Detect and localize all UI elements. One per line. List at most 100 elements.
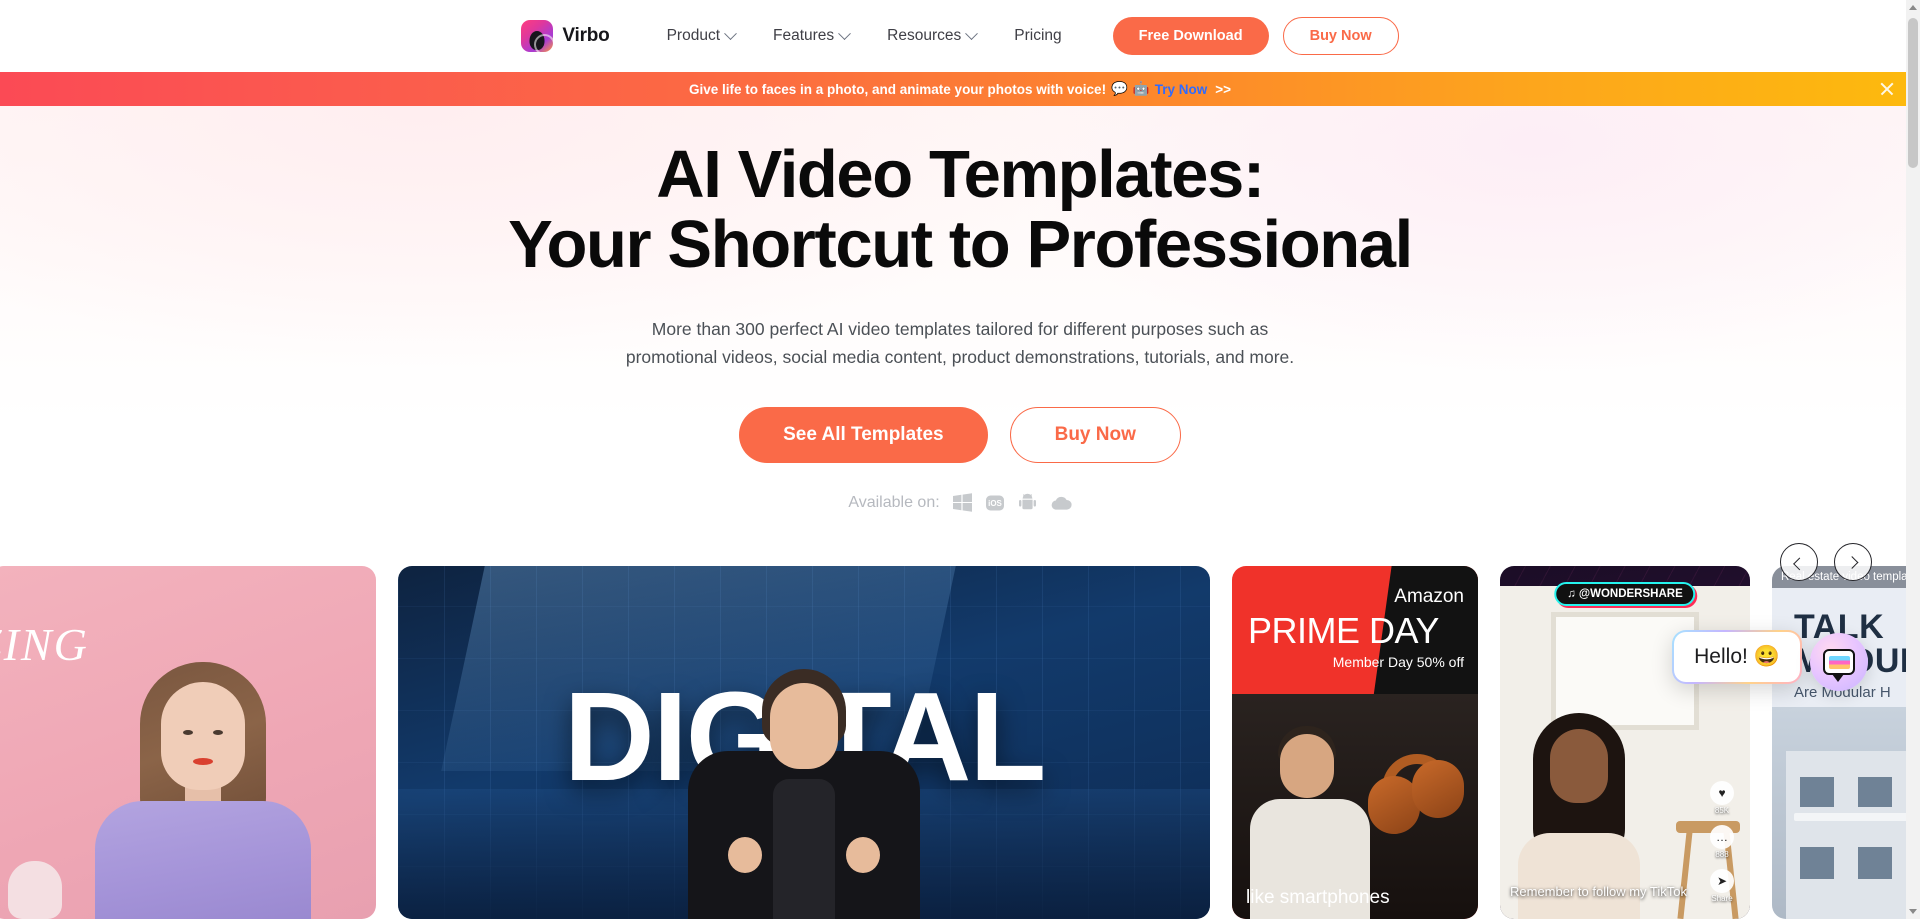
prime-product-photo: like smartphones (1232, 694, 1478, 919)
promo-arrows: >> (1215, 81, 1231, 97)
avatar-eye-right (213, 730, 223, 735)
digital-template-card[interactable]: DIGITAL (398, 566, 1210, 919)
presenter-hand-left (728, 837, 762, 873)
tiktok-note-icon: ♫ (1567, 588, 1576, 600)
hero-subtitle: More than 300 perfect AI video templates… (610, 315, 1310, 372)
nav-item-pricing-label: Pricing (1014, 27, 1062, 44)
see-all-templates-button[interactable]: See All Templates (739, 407, 988, 464)
presenter-avatar (78, 644, 328, 919)
tiktok-avatar-body (1518, 833, 1640, 919)
close-icon[interactable] (1878, 80, 1896, 98)
window-pane (1800, 847, 1834, 879)
nav-item-resources-label: Resources (887, 27, 962, 44)
scrollbar-thumb[interactable] (1908, 18, 1918, 168)
avatar-body (95, 801, 311, 919)
real-estate-building-photo (1772, 707, 1920, 919)
nav-item-pricing[interactable]: Pricing (995, 19, 1080, 53)
buy-now-nav-button[interactable]: Buy Now (1282, 17, 1399, 55)
digital-presenter-avatar (684, 669, 924, 919)
pink-template-card[interactable]: ZING (0, 566, 376, 919)
android-icon (1018, 493, 1037, 512)
tiktok-template-card[interactable]: ♫ @WONDERSHARE ♥ 85K … 888 ➤ Share Remem… (1500, 566, 1750, 919)
scroll-down-arrow-icon[interactable] (1909, 909, 1917, 914)
building-main (1786, 751, 1920, 919)
chevron-right-icon (1845, 555, 1858, 569)
free-download-button[interactable]: Free Download (1112, 17, 1269, 55)
stool-leg-left (1677, 830, 1693, 919)
speech-bubble-emoji-icon: 💬 (1111, 81, 1128, 96)
chat-icon-bars (1828, 655, 1850, 669)
promo-banner-text: Give life to faces in a photo, and anima… (689, 81, 1107, 97)
tiktok-like-action[interactable]: ♥ 85K (1710, 781, 1734, 815)
chat-widget-icon (1823, 649, 1855, 682)
tiktok-like-count: 85K (1714, 806, 1730, 815)
presenter-face (770, 683, 838, 769)
buy-now-hero-button[interactable]: Buy Now (1009, 407, 1181, 464)
chevron-down-icon (838, 26, 852, 40)
prime-amazon-label: Amazon (1394, 586, 1464, 607)
available-platforms: Available on: iOS (0, 493, 1920, 513)
promo-try-now-link[interactable]: Try Now (1155, 82, 1208, 97)
chevron-left-icon (1792, 557, 1806, 570)
carousel-prev-button[interactable] (1780, 543, 1818, 581)
hero-title-line1: AI Video Templates: (656, 137, 1265, 212)
nav-item-product-label: Product (666, 27, 720, 44)
tiktok-share-action[interactable]: ➤ Share (1710, 869, 1734, 903)
heart-icon: ♥ (1710, 781, 1734, 805)
hero-subtitle-line1: More than 300 perfect AI video templates… (651, 318, 1269, 339)
top-navigation-bar: Virbo Product Features Resources Pricing… (0, 0, 1920, 72)
prime-day-template-card[interactable]: Amazon PRIME DAY Member Day 50% off like… (1232, 566, 1478, 919)
chevron-down-icon (965, 26, 979, 40)
tiktok-action-rail: ♥ 85K … 888 ➤ Share (1702, 781, 1742, 903)
nav-item-features-label: Features (773, 27, 835, 44)
presenter-shirt (773, 779, 835, 919)
avatar-lips (193, 758, 213, 765)
windows-icon (952, 493, 972, 513)
tiktok-avatar-face (1550, 729, 1608, 803)
carousel-navigation (1780, 543, 1872, 581)
scroll-up-arrow-icon[interactable] (1909, 5, 1917, 10)
hero-title-line2: Your Shortcut to Professional (508, 207, 1413, 283)
vase-decoration (8, 861, 62, 919)
nav-item-product[interactable]: Product (648, 19, 754, 53)
window-pane (1858, 847, 1892, 879)
promo-banner-content: Give life to faces in a photo, and anima… (689, 81, 1231, 97)
smiley-emoji-icon: 😀 (1753, 645, 1780, 668)
real-estate-template-card[interactable]: Real estate video template TALK MODULAR … (1772, 566, 1920, 919)
tiktok-handle-label: @WONDERSHARE (1578, 588, 1683, 600)
available-on-label: Available on: (848, 493, 940, 511)
nav-inner: Virbo Product Features Resources Pricing… (521, 17, 1399, 55)
robot-emoji-icon: 🤖 (1132, 81, 1150, 96)
hero-cta-group: See All Templates Buy Now (0, 407, 1920, 464)
chevron-down-icon (724, 26, 737, 40)
svg-text:iOS: iOS (988, 499, 1002, 508)
chat-greeting-text: Hello! (1694, 645, 1748, 668)
comment-icon: … (1710, 825, 1734, 849)
template-carousel[interactable]: ZING DIGITAL Ama (0, 566, 1920, 919)
prime-day-headline: PRIME DAY (1248, 610, 1439, 651)
prime-presenter-face (1280, 734, 1334, 798)
share-icon: ➤ (1710, 869, 1734, 893)
chat-widget-button[interactable] (1810, 633, 1868, 691)
tiktok-comment-action[interactable]: … 888 (1710, 825, 1734, 859)
brand-name: Virbo (562, 25, 610, 46)
avatar-face (161, 682, 245, 790)
virbo-logo-icon (521, 20, 554, 52)
ios-icon: iOS (985, 494, 1005, 512)
hero-subtitle-line2: promotional videos, social media content… (625, 347, 1295, 368)
brand-logo-link[interactable]: Virbo (521, 20, 610, 52)
chat-greeting-bubble[interactable]: Hello! 😀 (1672, 630, 1802, 684)
promo-banner: Give life to faces in a photo, and anima… (0, 72, 1920, 106)
page-scrollbar[interactable] (1906, 0, 1920, 919)
page-title: AI Video Templates: Your Shortcut to Pro… (0, 137, 1920, 283)
avatar-eye-left (183, 730, 193, 735)
nav-item-resources[interactable]: Resources (868, 19, 995, 53)
tiktok-handle-badge: ♫ @WONDERSHARE (1554, 582, 1696, 606)
carousel-next-button[interactable] (1834, 543, 1872, 581)
nav-item-features[interactable]: Features (754, 19, 868, 53)
pink-card-script-text: ZING (0, 619, 89, 670)
tiktok-comment-count: 888 (1715, 850, 1729, 859)
tiktok-share-label: Share (1711, 894, 1733, 903)
window-pane (1858, 777, 1892, 807)
window-pane (1800, 777, 1834, 807)
